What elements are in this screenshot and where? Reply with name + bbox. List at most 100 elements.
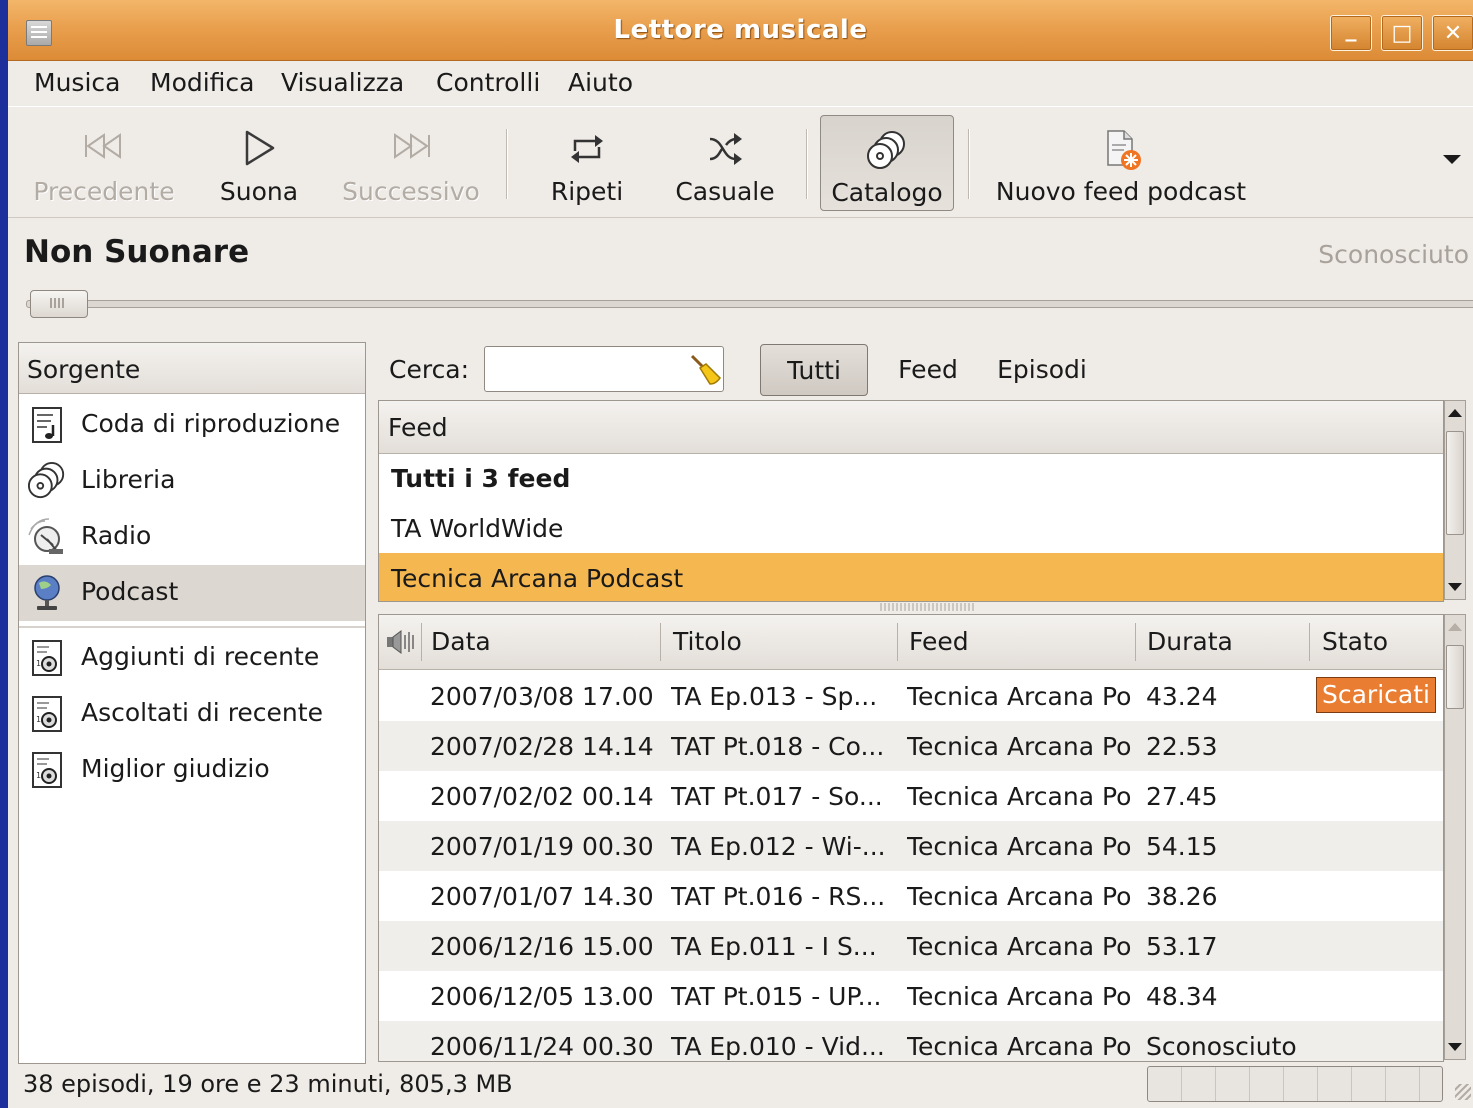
close-button[interactable]: ✕ [1432, 15, 1473, 51]
toolbar-separator [968, 129, 970, 199]
source-item-recently-played[interactable]: 1 Ascoltati di recente [19, 686, 365, 742]
search-label: Cerca: [389, 355, 470, 384]
episode-row[interactable]: 2006/12/05 13.00 TAT Pt.015 - UP... Tecn… [379, 971, 1443, 1021]
episode-title: TA Ep.010 - Vid... [671, 1032, 885, 1061]
source-item-podcast[interactable]: Podcast [19, 565, 365, 621]
episode-duration: 27.45 [1146, 782, 1218, 811]
menu-modifica[interactable]: Modifica [150, 68, 255, 97]
scrollbar-thumb[interactable] [1446, 645, 1464, 709]
speaker-icon[interactable] [385, 629, 415, 655]
repeat-button[interactable]: Ripeti [528, 115, 646, 211]
library-icon [27, 461, 67, 501]
episode-date: 2007/02/02 00.14 [430, 782, 654, 811]
previous-button[interactable]: Precedente [24, 115, 184, 211]
source-header-label: Sorgente [27, 355, 141, 384]
resize-grip-icon[interactable] [1455, 1084, 1471, 1100]
column-header-date[interactable]: Data [431, 627, 491, 656]
toolbar-overflow-arrow-icon[interactable] [1443, 155, 1461, 164]
episode-row[interactable]: 2007/02/28 14.14 TAT Pt.018 - Co... Tecn… [379, 721, 1443, 771]
seek-bar[interactable] [26, 300, 1473, 308]
new-podcast-feed-button[interactable]: Nuovo feed podcast [984, 115, 1258, 211]
episode-row[interactable]: 2007/01/19 00.30 TA Ep.012 - Wi-... Tecn… [379, 821, 1443, 871]
close-icon: ✕ [1443, 20, 1463, 46]
toolbar: Precedente Suona Successivo Ripeti Casua… [8, 106, 1473, 218]
episode-date: 2007/03/08 17.00 [430, 682, 654, 711]
filter-all-button[interactable]: Tutti [760, 344, 868, 396]
svg-text:1: 1 [36, 715, 41, 724]
episode-row[interactable]: 2006/12/16 15.00 TA Ep.011 - I S... Tecn… [379, 921, 1443, 971]
episode-duration: 48.34 [1146, 982, 1218, 1011]
source-item-radio[interactable]: Radio [19, 509, 365, 565]
menu-musica[interactable]: Musica [34, 68, 120, 97]
menu-bar: Musica Modifica Visualizza Controlli Aiu… [8, 60, 1473, 106]
seek-handle[interactable] [30, 290, 88, 318]
source-list-header[interactable]: Sorgente [19, 343, 365, 394]
episode-date: 2006/11/24 00.30 [430, 1032, 654, 1061]
episode-duration: 22.53 [1146, 732, 1218, 761]
next-icon [334, 129, 488, 169]
menu-aiuto[interactable]: Aiuto [568, 68, 633, 97]
next-label: Successivo [342, 177, 480, 206]
previous-icon [24, 129, 184, 169]
podcast-icon [27, 573, 67, 613]
feed-row[interactable]: TA WorldWide [379, 503, 1443, 553]
menu-controlli[interactable]: Controlli [436, 68, 540, 97]
feed-column-header[interactable]: Feed [379, 401, 1443, 454]
column-header-feed[interactable]: Feed [909, 627, 969, 656]
minimize-button[interactable]: _ [1330, 15, 1372, 51]
column-divider [897, 623, 898, 661]
episode-row[interactable]: 2006/11/24 00.30 TA Ep.010 - Vid... Tecn… [379, 1021, 1443, 1061]
scrollbar-thumb[interactable] [1446, 431, 1464, 535]
column-divider [1309, 623, 1310, 661]
new-podcast-feed-icon [984, 129, 1258, 170]
episode-date: 2007/02/28 14.14 [430, 732, 654, 761]
broom-icon[interactable] [688, 352, 722, 386]
smart-playlist-icon: 1 [27, 638, 67, 678]
source-item-recently-added[interactable]: 1 Aggiunti di recente [19, 630, 365, 686]
scroll-up-icon[interactable] [1448, 409, 1462, 417]
episode-title: TAT Pt.016 - RS... [671, 882, 886, 911]
filter-episodes-button[interactable]: Episodi [988, 344, 1096, 396]
menu-visualizza[interactable]: Visualizza [281, 68, 404, 97]
feed-row-all[interactable]: Tutti i 3 feed [379, 453, 1443, 503]
play-button[interactable]: Suona [204, 115, 314, 211]
status-text: 38 episodi, 19 ore e 23 minuti, 805,3 MB [23, 1070, 513, 1098]
source-item-top-rated[interactable]: 1 Miglior giudizio [19, 742, 365, 798]
feed-row-selected[interactable]: Tecnica Arcana Podcast [379, 553, 1443, 601]
play-label: Suona [219, 177, 299, 206]
column-header-status[interactable]: Stato [1322, 627, 1388, 656]
source-item-play-queue[interactable]: Coda di riproduzione [19, 397, 365, 453]
status-bar: 38 episodi, 19 ore e 23 minuti, 805,3 MB [8, 1064, 1473, 1108]
maximize-button[interactable]: □ [1381, 15, 1423, 51]
now-playing-artist: Sconosciuto [1318, 240, 1469, 269]
episode-row[interactable]: 2007/02/02 00.14 TAT Pt.017 - So... Tecn… [379, 771, 1443, 821]
source-item-library[interactable]: Libreria [19, 453, 365, 509]
title-bar[interactable]: Lettore musicale _ □ ✕ [8, 0, 1473, 61]
column-header-duration[interactable]: Durata [1147, 627, 1233, 656]
browse-toggle-button[interactable]: Catalogo [820, 115, 954, 211]
episode-row[interactable]: 2007/01/07 14.30 TAT Pt.016 - RS... Tecn… [379, 871, 1443, 921]
pane-resize-handle[interactable] [880, 603, 974, 611]
episode-title: TAT Pt.018 - Co... [671, 732, 885, 761]
scroll-up-icon[interactable] [1448, 623, 1462, 631]
episode-date: 2006/12/05 13.00 [430, 982, 654, 1011]
episode-table-scrollbar[interactable] [1444, 614, 1466, 1060]
column-header-title[interactable]: Titolo [673, 627, 742, 656]
new-podcast-feed-label: Nuovo feed podcast [995, 177, 1247, 206]
episode-title: TA Ep.012 - Wi-... [671, 832, 886, 861]
filter-feed-button[interactable]: Feed [886, 344, 970, 396]
episode-row[interactable]: 2007/03/08 17.00 TA Ep.013 - Sp... Tecni… [379, 671, 1443, 721]
episode-duration: 38.26 [1146, 882, 1218, 911]
scroll-down-icon[interactable] [1448, 1043, 1462, 1051]
source-list-divider [19, 626, 365, 628]
repeat-icon [528, 129, 646, 169]
shuffle-button[interactable]: Casuale [660, 115, 790, 211]
episode-title: TAT Pt.015 - UP... [671, 982, 882, 1011]
episode-table: Data Titolo Feed Durata Stato 2007/03/08… [378, 614, 1444, 1062]
feed-list-scrollbar[interactable] [1444, 400, 1466, 600]
column-divider [1135, 623, 1136, 661]
scroll-down-icon[interactable] [1448, 583, 1462, 591]
now-playing-title: Non Suonare [24, 234, 250, 270]
next-button[interactable]: Successivo [334, 115, 488, 211]
source-label: Miglior giudizio [81, 754, 270, 783]
